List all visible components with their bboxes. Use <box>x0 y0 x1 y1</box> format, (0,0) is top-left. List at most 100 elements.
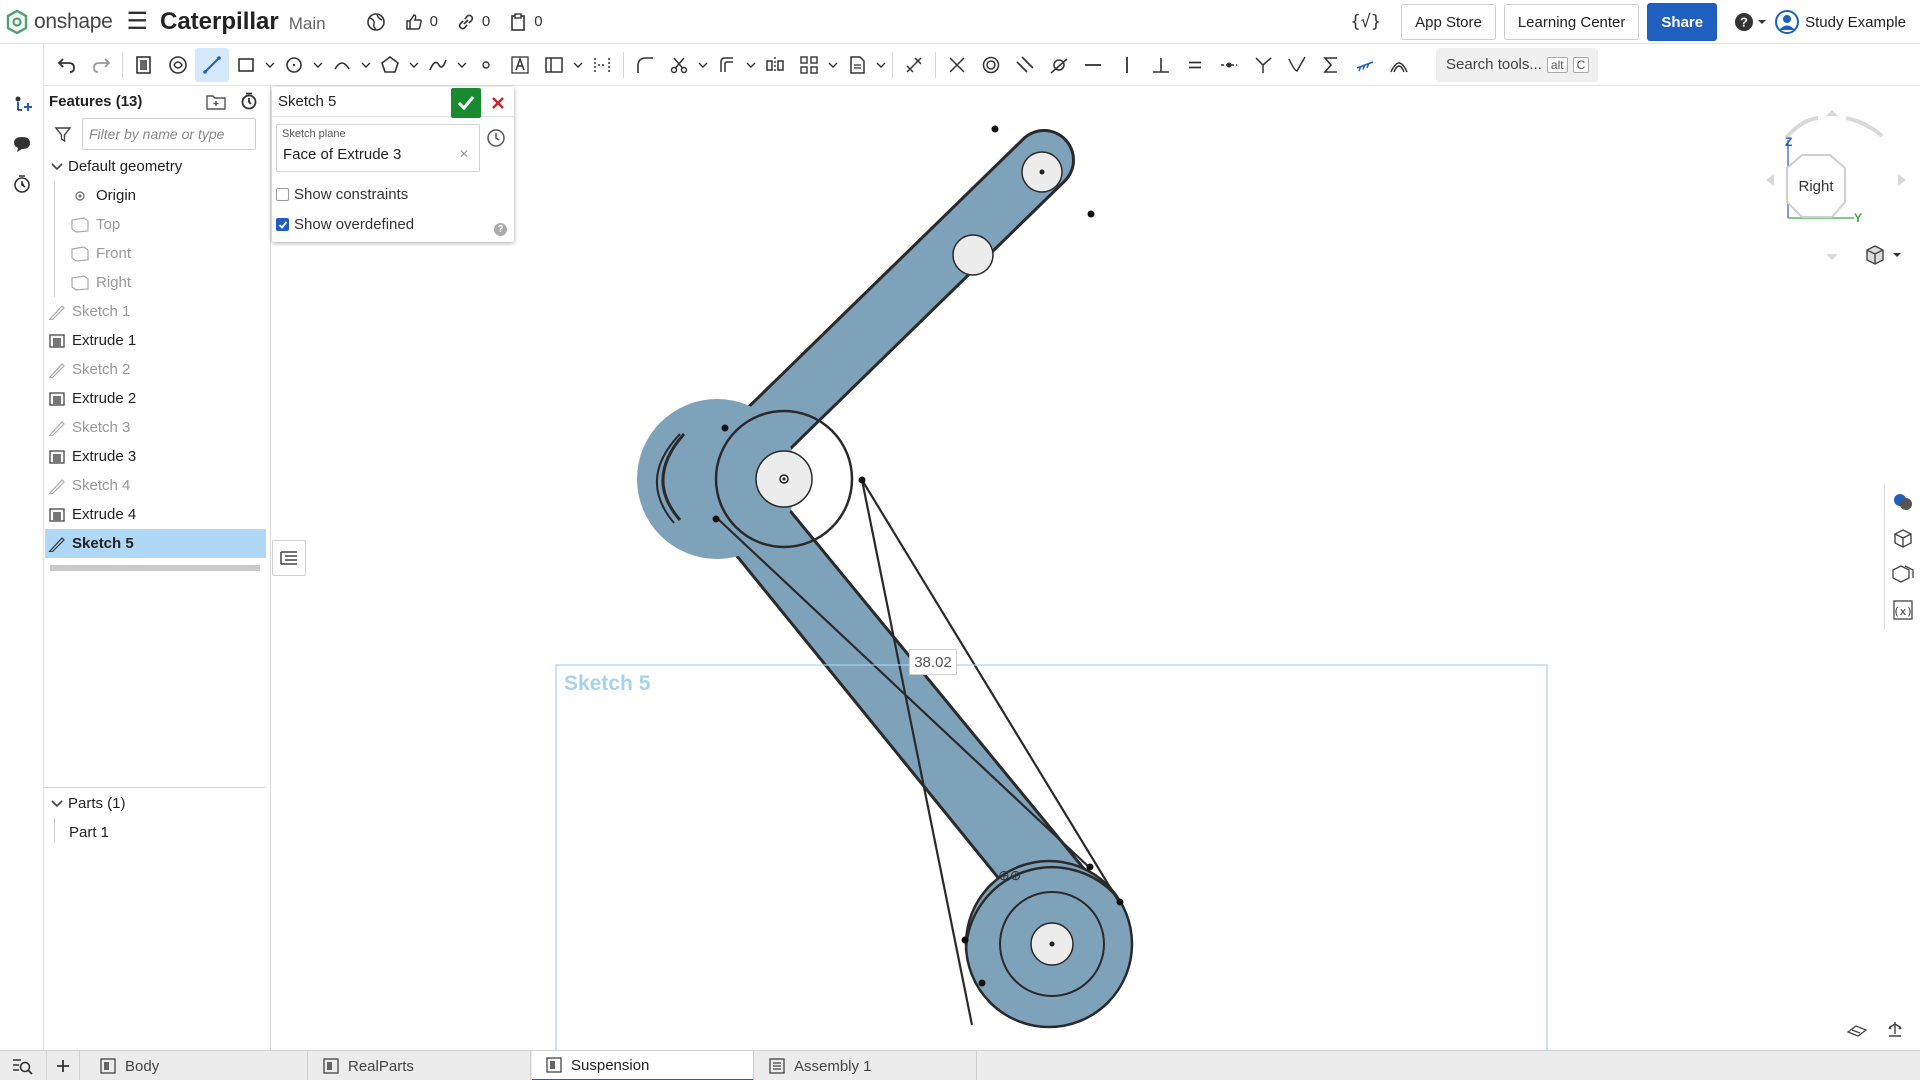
spline-options[interactable] <box>455 48 469 82</box>
parallel-constraint[interactable] <box>1008 48 1042 82</box>
dxf-options[interactable] <box>874 48 888 82</box>
circle-tool[interactable] <box>277 48 311 82</box>
tree-item-plane[interactable]: Front <box>44 239 270 268</box>
history-clock-icon[interactable] <box>486 128 506 148</box>
document-title[interactable]: Caterpillar <box>160 8 279 36</box>
public-globe[interactable] <box>366 12 386 32</box>
tree-item-sketch[interactable]: Sketch 3 <box>44 413 270 442</box>
history-button[interactable] <box>0 164 44 204</box>
tree-item-extrude[interactable]: Extrude 4 <box>44 500 270 529</box>
perpendicular-constraint[interactable] <box>1144 48 1178 82</box>
accept-button[interactable] <box>451 88 481 118</box>
show-constraints-checkbox[interactable]: Show constraints <box>276 186 408 203</box>
variables-button[interactable]: {√} <box>1350 12 1381 32</box>
comments-button[interactable] <box>0 124 44 164</box>
tab-suspension[interactable]: Suspension <box>532 1051 754 1080</box>
sketch-line[interactable] <box>717 518 1092 870</box>
rotate-down-arrow[interactable] <box>1826 254 1838 260</box>
rotate-right-arrow[interactable] <box>1845 116 1884 138</box>
curvature-constraint[interactable] <box>1382 48 1416 82</box>
tab-body[interactable]: Body <box>86 1051 308 1080</box>
user-menu[interactable]: Study Example <box>1775 10 1906 34</box>
symmetric-constraint[interactable] <box>1314 48 1348 82</box>
trim-options[interactable] <box>696 48 710 82</box>
tangent-constraint[interactable] <box>1042 48 1076 82</box>
feature-filter-input[interactable]: Filter by name or type <box>82 118 256 150</box>
cancel-button[interactable] <box>484 88 512 118</box>
trim-tool[interactable] <box>662 48 696 82</box>
branch-name[interactable]: Main <box>289 14 326 34</box>
fillet-tool[interactable] <box>628 48 662 82</box>
circle-options[interactable] <box>311 48 325 82</box>
help-icon[interactable]: ? <box>494 223 507 236</box>
copies-button[interactable]: 0 <box>508 12 543 32</box>
instantiate-button[interactable] <box>0 84 44 124</box>
rotate-left-triangle[interactable] <box>1766 174 1774 186</box>
tree-item-sketch[interactable]: Sketch 1 <box>44 297 270 326</box>
tree-item-extrude[interactable]: Extrude 1 <box>44 326 270 355</box>
rotate-up-arrow[interactable] <box>1826 110 1838 116</box>
search-tools-field[interactable]: Search tools... alt C <box>1436 47 1598 82</box>
rectangle-options[interactable] <box>263 48 277 82</box>
rectangle-tool[interactable] <box>229 48 263 82</box>
equal-constraint[interactable] <box>1178 48 1212 82</box>
coincident-constraint[interactable] <box>940 48 974 82</box>
text-tool[interactable] <box>503 48 537 82</box>
view-cube-face[interactable]: Right <box>1787 155 1845 217</box>
tree-item-sketch-selected[interactable]: Sketch 5 <box>45 529 266 558</box>
normal-constraint[interactable] <box>1246 48 1280 82</box>
tree-item-extrude[interactable]: Extrude 2 <box>44 384 270 413</box>
tree-item-sketch[interactable]: Sketch 4 <box>44 471 270 500</box>
bom-panel-button[interactable] <box>1885 520 1920 556</box>
onshape-logo[interactable]: onshape <box>6 9 113 34</box>
construction-tool[interactable] <box>585 48 619 82</box>
appearance-panel-button[interactable] <box>1885 484 1920 520</box>
spline-tool[interactable] <box>421 48 455 82</box>
fix-constraint[interactable] <box>1348 48 1382 82</box>
dxf-import-tool[interactable] <box>840 48 874 82</box>
sketch-list-toggle[interactable] <box>272 540 306 576</box>
polygon-options[interactable] <box>407 48 421 82</box>
measure-icon[interactable] <box>1886 1020 1904 1038</box>
image-options[interactable] <box>571 48 585 82</box>
tab-assembly[interactable]: Assembly 1 <box>755 1051 977 1080</box>
clear-plane-icon[interactable]: ✕ <box>459 147 469 161</box>
rollback-timer-icon[interactable] <box>240 92 258 110</box>
tree-item-extrude[interactable]: Extrude 3 <box>44 442 270 471</box>
filter-icon[interactable] <box>54 125 72 143</box>
tree-item-origin[interactable]: Origin <box>44 181 270 210</box>
menu-icon[interactable]: ☰ <box>126 7 148 36</box>
mirror-tool[interactable] <box>758 48 792 82</box>
tab-realparts[interactable]: RealParts <box>309 1051 531 1080</box>
horizontal-constraint[interactable] <box>1076 48 1110 82</box>
learning-center-button[interactable]: Learning Center <box>1503 4 1640 40</box>
offset-tool[interactable] <box>710 48 744 82</box>
feature-panel-scrollbar[interactable] <box>50 565 260 571</box>
arc-tool[interactable] <box>325 48 359 82</box>
section-view-icon[interactable] <box>1846 1020 1868 1038</box>
default-geometry-group[interactable]: Default geometry <box>44 152 270 181</box>
dimension-tool[interactable] <box>897 48 931 82</box>
pierce-constraint[interactable] <box>1280 48 1314 82</box>
help-menu[interactable]: ? <box>1733 11 1767 33</box>
tree-item-plane[interactable]: Top <box>44 210 270 239</box>
checkbox-checked[interactable] <box>276 218 289 231</box>
redo-button[interactable] <box>84 48 118 82</box>
vertical-constraint[interactable] <box>1110 48 1144 82</box>
add-tab-button[interactable] <box>46 1051 80 1080</box>
offset-options[interactable] <box>744 48 758 82</box>
point-tool[interactable] <box>469 48 503 82</box>
show-overdefined-checkbox[interactable]: Show overdefined <box>276 216 414 233</box>
arc-options[interactable] <box>359 48 373 82</box>
add-folder-icon[interactable] <box>206 92 226 110</box>
pattern-options[interactable] <box>826 48 840 82</box>
links-button[interactable]: 0 <box>456 12 490 32</box>
tree-item-sketch[interactable]: Sketch 2 <box>44 355 270 384</box>
checkbox-unchecked[interactable] <box>276 188 289 201</box>
share-button[interactable]: Share <box>1647 3 1718 41</box>
tab-search-button[interactable] <box>6 1051 38 1080</box>
new-sketch-button[interactable] <box>127 48 161 82</box>
parts-group[interactable]: Parts (1) <box>44 789 265 818</box>
line-tool[interactable] <box>195 47 229 82</box>
variables-panel-button[interactable]: (x) <box>1885 592 1920 628</box>
